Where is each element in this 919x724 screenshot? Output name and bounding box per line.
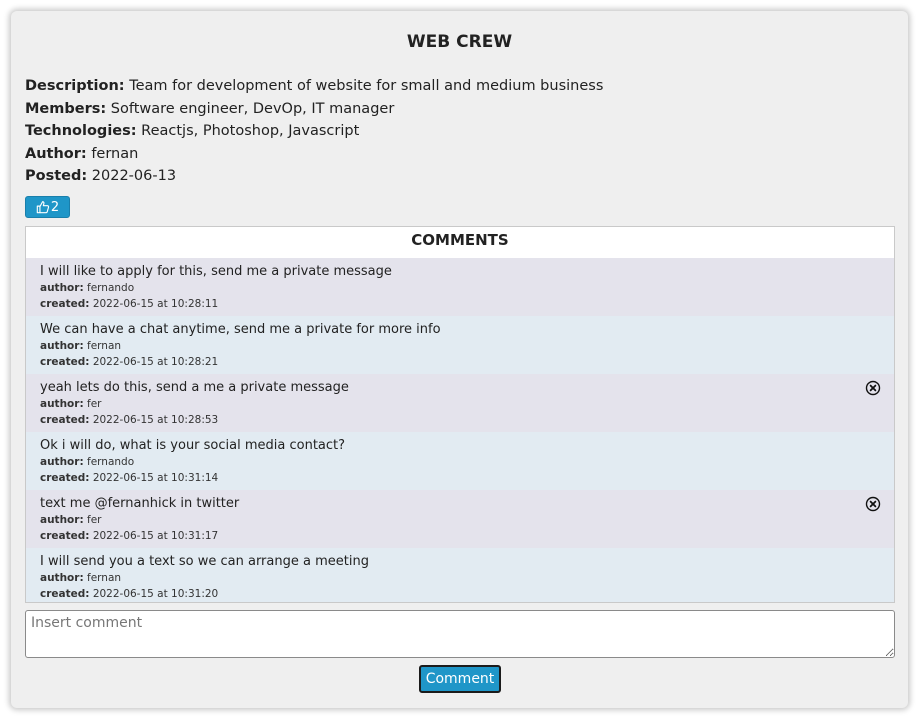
comment-created: created: 2022-06-15 at 10:31:20 [40, 588, 219, 600]
comment-author: author: fer [40, 514, 102, 526]
comment-author: author: fer [40, 398, 102, 410]
comment-created: created: 2022-06-15 at 10:28:21 [40, 356, 219, 368]
comment-item: text me @fernanhick in twitter author: f… [26, 490, 894, 548]
comment-text: I will send you a text so we can arrange… [40, 554, 369, 569]
comment-submit-button[interactable]: Comment [419, 665, 501, 693]
description-label: Description: [25, 78, 125, 94]
technologies-label: Technologies: [25, 123, 137, 139]
thumbs-up-icon [36, 200, 50, 214]
comment-text: yeah lets do this, send a me a private m… [40, 380, 349, 395]
comment-author: author: fernando [40, 282, 135, 294]
project-info: Description: Team for development of web… [25, 75, 603, 188]
like-count: 2 [50, 199, 60, 215]
members-value: Software engineer, DevOp, IT manager [110, 100, 395, 117]
comment-input-wrapper [25, 610, 895, 658]
comment-input[interactable] [25, 610, 895, 658]
comment-author: author: fernan [40, 340, 122, 352]
description-row: Description: Team for development of web… [25, 75, 603, 98]
technologies-row: Technologies: Reactjs, Photoshop, Javasc… [25, 120, 603, 143]
comment-created: created: 2022-06-15 at 10:31:17 [40, 530, 219, 542]
posted-value: 2022-06-13 [91, 168, 177, 184]
comment-text: text me @fernanhick in twitter [40, 496, 240, 511]
close-circle-icon[interactable] [865, 496, 881, 512]
close-circle-icon[interactable] [865, 380, 881, 396]
technologies-value: Reactjs, Photoshop, Javascript [141, 123, 360, 139]
comment-item: Ok i will do, what is your social media … [26, 432, 894, 490]
members-label: Members: [25, 100, 107, 117]
comment-item: yeah lets do this, send a me a private m… [26, 374, 894, 432]
author-value: fernan [91, 145, 139, 162]
comment-item: I will send you a text so we can arrange… [26, 548, 894, 602]
comment-text: We can have a chat anytime, send me a pr… [40, 322, 441, 337]
author-label: Author: [25, 145, 87, 162]
comment-created: created: 2022-06-15 at 10:31:14 [40, 472, 219, 484]
posted-label: Posted: [25, 168, 88, 184]
description-value: Team for development of website for smal… [129, 78, 604, 94]
like-button[interactable]: 2 [25, 196, 70, 218]
project-card: WEB CREW Description: Team for developme… [11, 11, 908, 708]
comment-item: I will like to apply for this, send me a… [26, 258, 894, 316]
project-title: WEB CREW [406, 32, 513, 52]
comment-text: I will like to apply for this, send me a… [40, 264, 392, 279]
comment-created: created: 2022-06-15 at 10:28:53 [40, 414, 219, 426]
posted-row: Posted: 2022-06-13 [25, 165, 603, 188]
comment-item: We can have a chat anytime, send me a pr… [26, 316, 894, 374]
comment-author: author: fernando [40, 456, 135, 468]
comments-header: COMMENTS [26, 227, 894, 258]
members-row: Members: Software engineer, DevOp, IT ma… [25, 98, 603, 121]
author-row: Author: fernan [25, 143, 603, 166]
comments-panel[interactable]: COMMENTS I will like to apply for this, … [25, 226, 895, 603]
comment-created: created: 2022-06-15 at 10:28:11 [40, 298, 219, 310]
comment-author: author: fernan [40, 572, 122, 584]
comment-text: Ok i will do, what is your social media … [40, 438, 346, 453]
